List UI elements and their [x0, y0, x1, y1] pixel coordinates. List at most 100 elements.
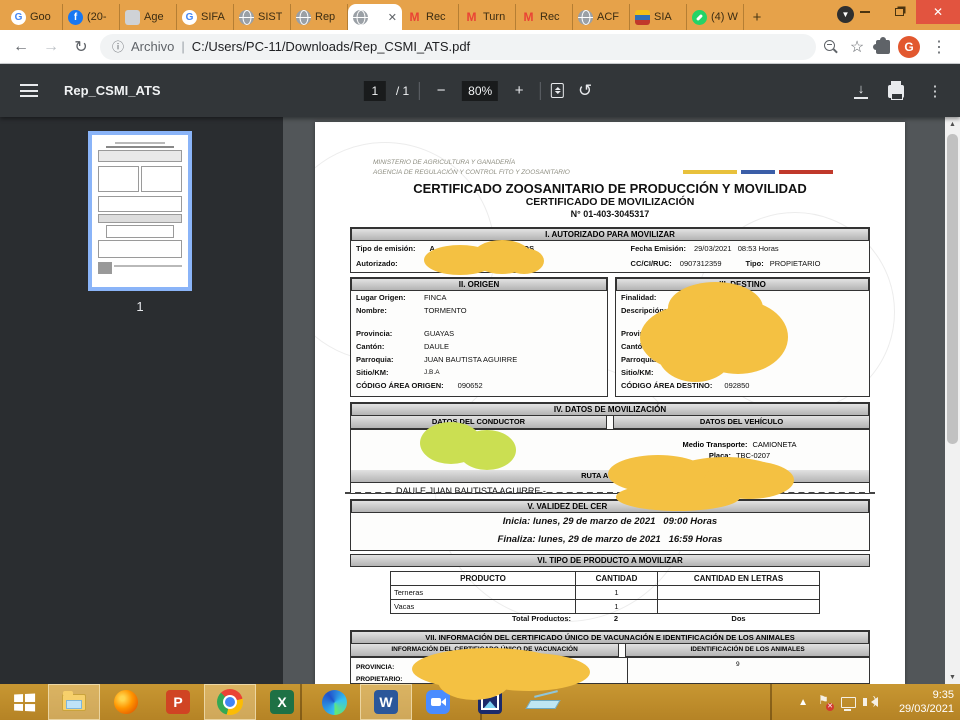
scrollbar-thumb[interactable] — [947, 134, 958, 444]
bookmark-star-icon[interactable]: ☆ — [846, 37, 868, 57]
taskbar-clock[interactable]: 9:35 29/03/2021 — [899, 688, 954, 716]
validez-finaliza: Finaliza: lunes, 29 de marzo de 2021 16:… — [351, 531, 869, 549]
windows-taskbar: P X W ▲ 9:35 29/03/2021 — [0, 684, 960, 720]
browser-menu-icon[interactable]: ⋮ — [928, 37, 950, 57]
scroll-up-icon[interactable]: ▲ — [945, 117, 960, 131]
tab-facebook[interactable]: f(20- — [63, 4, 120, 30]
section-autorizado: I. AUTORIZADO PARA MOVILIZAR Tipo de emi… — [350, 227, 870, 273]
print-button[interactable] — [888, 85, 904, 98]
excel-button[interactable]: X — [256, 684, 308, 720]
zoom-level-input[interactable]: 80% — [462, 81, 498, 101]
start-button[interactable] — [0, 684, 48, 720]
ministry-header: MINISTERIO DE AGRICULTURA Y GANADERÍA AG… — [373, 158, 570, 178]
info-icon[interactable]: ⓘ — [112, 38, 124, 55]
section-destino: III. DESTINO Finalidad:F Descripción: Pr… — [615, 277, 870, 397]
file-explorer-button[interactable] — [48, 684, 100, 720]
globe-favicon — [296, 10, 311, 25]
restore-icon — [895, 8, 904, 16]
page-thumbnail[interactable] — [88, 131, 192, 291]
rotate-button[interactable]: ↺ — [574, 81, 596, 101]
tab-gmail-rec1[interactable]: MRec — [402, 4, 459, 30]
tab-sist[interactable]: SIST — [234, 4, 291, 30]
zoom-app-button[interactable] — [412, 684, 464, 720]
chrome-button[interactable] — [204, 684, 256, 720]
tab-active-pdf[interactable]: ✕ — [348, 4, 402, 30]
download-button[interactable]: ↓ — [854, 83, 868, 99]
google-favicon: G — [11, 10, 26, 25]
word-button[interactable]: W — [360, 684, 412, 720]
tab-rep[interactable]: Rep — [291, 4, 348, 30]
page-number-input[interactable]: 1 — [364, 81, 386, 101]
section3-header: III. DESTINO — [616, 278, 869, 291]
table-row: Vacas 1 — [391, 600, 819, 613]
conductor-data: CC/CI: Nombre: — [351, 430, 610, 470]
tab-close-icon[interactable]: ✕ — [388, 11, 397, 24]
browser-titlebar: GGoo f(20- Age GSIFA SIST Rep ✕ MRec MTu… — [0, 0, 960, 30]
tab-sia[interactable]: SIA — [630, 4, 687, 30]
scanner-app-button[interactable] — [516, 684, 568, 720]
sia-favicon — [635, 10, 650, 25]
new-tab-button[interactable]: + — [744, 4, 770, 30]
globe-favicon — [239, 10, 254, 25]
tab-sifa[interactable]: GSIFA — [177, 4, 234, 30]
tab-google[interactable]: GGoo — [6, 4, 63, 30]
restore-button[interactable] — [882, 0, 916, 24]
zoom-out-button[interactable]: − — [430, 82, 452, 99]
minimize-button[interactable] — [848, 0, 882, 24]
certificate-number: N° 01-403-3045317 — [315, 209, 905, 219]
url-prefix: Archivo — [131, 39, 174, 54]
section-movilizacion: IV. DATOS DE MOVILIZACIÓN DATOS DEL COND… — [350, 402, 870, 494]
dashed-separator — [345, 492, 875, 494]
certificate-subtitle: CERTIFICADO DE MOVILIZACIÓN — [315, 196, 905, 208]
volume-icon[interactable] — [866, 697, 878, 707]
powerpoint-button[interactable]: P — [152, 684, 204, 720]
gmail-favicon: M — [521, 10, 536, 25]
fit-to-page-button[interactable] — [551, 83, 564, 98]
section2-header: II. ORIGEN — [351, 278, 607, 291]
ecuador-flag-stripe — [683, 170, 833, 174]
col-letras: CANTIDAD EN LETRAS — [658, 572, 819, 585]
generic-favicon — [125, 10, 140, 25]
reload-icon[interactable]: ↻ — [70, 37, 92, 57]
edge-button[interactable] — [308, 684, 360, 720]
pdf-more-options-icon[interactable]: ⋮ — [924, 82, 946, 100]
page-total: / 1 — [396, 84, 409, 98]
vertical-scrollbar[interactable]: ▲ ▼ — [945, 117, 960, 684]
whatsapp-favicon — [692, 10, 707, 25]
network-icon[interactable] — [841, 697, 856, 708]
firefox-button[interactable] — [100, 684, 152, 720]
tab-whatsapp[interactable]: (4) W — [687, 4, 744, 30]
product-table: PRODUCTO CANTIDAD CANTIDAD EN LETRAS Ter… — [390, 571, 820, 614]
folder-icon — [62, 694, 86, 711]
extensions-icon[interactable] — [876, 40, 890, 54]
zoom-indicator-icon[interactable] — [824, 40, 838, 54]
clock-time: 9:35 — [899, 688, 954, 702]
google-favicon: G — [182, 10, 197, 25]
tray-expand-icon[interactable]: ▲ — [798, 697, 808, 708]
vacunacion-header: INFORMACIÓN DEL CERTIFICADO ÚNICO DE VAC… — [351, 644, 618, 657]
tab-gmail-turn[interactable]: MTurn — [459, 4, 516, 30]
back-icon[interactable]: ← — [10, 38, 32, 56]
pdf-content-area: 1 MINISTERIO DE AGRICULTURA Y GANADERÍA … — [0, 117, 960, 684]
section7-header: VII. INFORMACIÓN DEL CERTIFICADO ÚNICO D… — [351, 631, 869, 644]
scroll-down-icon[interactable]: ▼ — [945, 670, 960, 684]
globe-favicon — [578, 10, 593, 25]
close-button[interactable]: ✕ — [916, 0, 960, 24]
section5-header: V. VALIDEZ DEL CER(CSMI) — [351, 500, 869, 513]
zoom-in-button[interactable]: + — [508, 82, 530, 99]
tab-gmail-rec2[interactable]: MRec — [516, 4, 573, 30]
tab-acf[interactable]: ACF — [573, 4, 630, 30]
forward-icon[interactable]: → — [40, 38, 62, 56]
url-separator: | — [181, 39, 184, 54]
word-icon: W — [374, 690, 398, 714]
tab-age[interactable]: Age — [120, 4, 177, 30]
url-field[interactable]: ⓘ Archivo | C:/Users/PC-11/Downloads/Rep… — [100, 34, 816, 60]
pdf-menu-icon[interactable] — [20, 81, 38, 101]
profile-avatar[interactable]: G — [898, 36, 920, 58]
vehiculo-data: Medio Transporte:CAMIONETA Placa:TBC-020… — [610, 430, 869, 470]
photos-app-button[interactable] — [464, 684, 516, 720]
document-page: MINISTERIO DE AGRICULTURA Y GANADERÍA AG… — [315, 122, 905, 684]
col-producto: PRODUCTO — [391, 572, 576, 585]
identificacion-header: IDENTIFICACIÓN DE LOS ANIMALES — [626, 644, 869, 657]
action-center-flag-icon[interactable] — [818, 696, 831, 709]
